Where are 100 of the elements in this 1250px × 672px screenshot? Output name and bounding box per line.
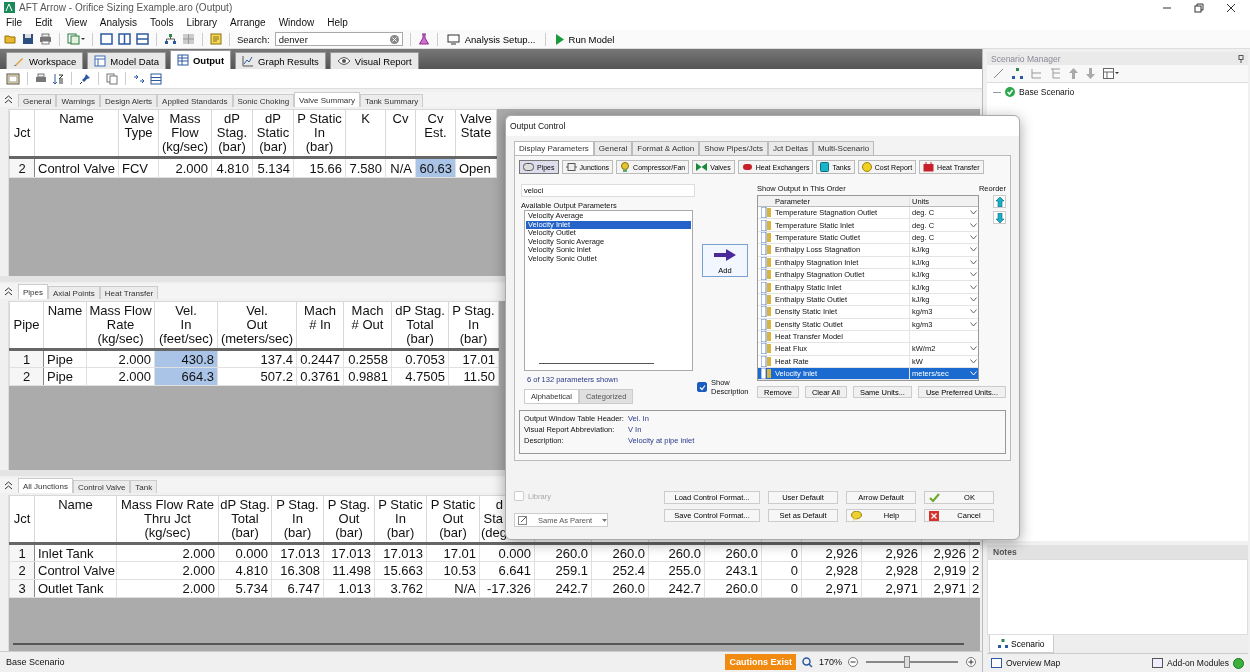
single-pane-icon[interactable] [100, 33, 113, 45]
dialog-tab[interactable]: Show Pipes/Jcts [699, 141, 768, 155]
drag-handle-icon[interactable] [761, 281, 772, 293]
zoom-in-icon[interactable] [966, 657, 976, 667]
drag-handle-icon[interactable] [761, 244, 772, 256]
run-model-button[interactable]: Run Model [552, 33, 617, 45]
pipe-icon [523, 163, 534, 171]
menu-item[interactable]: File [6, 17, 23, 28]
results-tab[interactable]: Pipes [18, 284, 48, 299]
notes-field[interactable] [987, 559, 1248, 635]
results-tab[interactable]: Warnings [56, 94, 100, 107]
menu-item[interactable]: Arrange [230, 17, 266, 28]
collapse-icon[interactable] [4, 95, 13, 104]
drag-handle-icon[interactable] [761, 231, 772, 243]
results-tab[interactable]: Design Alerts [99, 94, 158, 107]
module-icon[interactable] [1152, 658, 1164, 668]
dialog-tab[interactable]: Multi-Scenario [813, 141, 875, 155]
menu-item[interactable]: Analysis [99, 17, 138, 28]
collapse-icon[interactable] [4, 287, 13, 296]
pin-icon[interactable] [79, 72, 91, 85]
drag-handle-icon[interactable] [761, 355, 772, 367]
main-tab[interactable]: Output [169, 50, 232, 69]
close-icon[interactable] [1226, 2, 1236, 13]
map-icon[interactable] [991, 658, 1002, 668]
caret-icon [602, 518, 608, 522]
zoom-out-icon[interactable] [848, 657, 858, 667]
main-tab[interactable]: Model Data [87, 52, 166, 69]
add-on-modules-link[interactable]: Add-on Modules [1167, 658, 1229, 668]
dialog-tab[interactable]: Jct Deltas [767, 141, 814, 155]
up-arrow-icon[interactable] [1069, 68, 1078, 79]
main-tab[interactable]: Visual Report [329, 52, 419, 69]
copy-dropdown-icon[interactable] [67, 33, 85, 45]
pin-icon[interactable] [1238, 54, 1244, 63]
list-icon[interactable] [150, 72, 162, 85]
move-up-button[interactable] [993, 195, 1006, 208]
results-tab[interactable]: Valve Summary [294, 92, 360, 107]
results-tab[interactable]: Tank Summary [359, 94, 424, 107]
flask-icon[interactable] [417, 33, 430, 45]
column-header: P Static Out (bar) [426, 495, 480, 544]
dialog-tab[interactable]: Format & Action [632, 141, 700, 155]
collapse-icon[interactable] [4, 481, 13, 490]
print-icon[interactable] [35, 72, 47, 85]
drag-handle-icon[interactable] [761, 343, 772, 355]
results-tab[interactable]: All Junctions [18, 478, 73, 493]
main-tab[interactable]: Workspace [6, 52, 84, 69]
results-tab[interactable]: Control Valve [72, 480, 131, 493]
dialog-tab[interactable]: General [593, 141, 633, 155]
drag-handle-icon[interactable] [761, 269, 772, 281]
overview-map-link[interactable]: Overview Map [1006, 658, 1061, 668]
horizontal-split-icon[interactable] [136, 33, 149, 45]
results-tab[interactable]: Heat Transfer [99, 286, 159, 299]
results-tab[interactable]: Axial Points [48, 286, 100, 299]
results-tab[interactable]: Sonic Choking [232, 94, 295, 107]
grid-icon[interactable] [182, 33, 195, 45]
results-tab[interactable]: General [18, 94, 57, 107]
menu-item[interactable]: Help [327, 17, 348, 28]
checkbox[interactable] [697, 382, 707, 392]
down-arrow-icon[interactable] [1086, 68, 1095, 79]
move-down-button[interactable] [993, 211, 1006, 224]
save-icon[interactable] [22, 33, 34, 45]
dialog-tab[interactable]: Display Parameters [514, 141, 594, 155]
play-icon [554, 33, 564, 45]
main-tab[interactable]: Graph Results [235, 52, 326, 69]
copy-icon[interactable] [106, 72, 118, 85]
hierarchy-icon[interactable] [164, 33, 177, 45]
search-field[interactable]: denver [274, 32, 403, 46]
menu-item[interactable]: Edit [35, 17, 53, 28]
zoom-icon[interactable] [801, 656, 813, 668]
drag-handle-icon[interactable] [761, 256, 772, 268]
restore-icon[interactable] [1194, 2, 1204, 13]
panel-tab[interactable]: Scenario [989, 635, 1054, 653]
drag-handle-icon[interactable] [761, 207, 772, 219]
results-tab[interactable]: Applied Standards [157, 94, 233, 107]
check-icon [1005, 87, 1015, 97]
print-icon[interactable] [39, 33, 52, 45]
drag-handle-icon[interactable] [761, 219, 772, 231]
menu-item[interactable]: Window [278, 17, 315, 28]
vertical-split-icon[interactable] [118, 33, 131, 45]
results-tab[interactable]: Tank [130, 480, 158, 493]
sort-icon[interactable] [52, 72, 64, 85]
hierarchy-icon[interactable] [1012, 68, 1023, 79]
analysis-setup-button[interactable]: Analysis Setup... [444, 33, 538, 45]
menu-item[interactable]: View [65, 17, 87, 28]
drag-handle-icon[interactable] [761, 306, 772, 318]
drag-handle-icon[interactable] [761, 368, 772, 380]
drag-handle-icon[interactable] [761, 318, 772, 330]
view-dropdown-icon[interactable] [1103, 68, 1119, 79]
column-header: dP Stag. Total (bar) [391, 301, 449, 350]
clear-icon[interactable] [389, 34, 399, 44]
drag-handle-icon[interactable] [761, 293, 772, 305]
open-folder-icon[interactable] [4, 33, 17, 45]
chart-icon [242, 55, 255, 67]
note-icon[interactable] [210, 33, 222, 45]
flow-arrows-icon[interactable] [133, 72, 145, 85]
menu-item[interactable]: Library [186, 17, 218, 28]
tree-item[interactable]: Base Scenario [1019, 87, 1075, 97]
menu-item[interactable]: Tools [150, 17, 174, 28]
drag-handle-icon[interactable] [761, 331, 772, 343]
column-header: Cv [385, 109, 416, 158]
window-icon[interactable] [6, 72, 20, 85]
